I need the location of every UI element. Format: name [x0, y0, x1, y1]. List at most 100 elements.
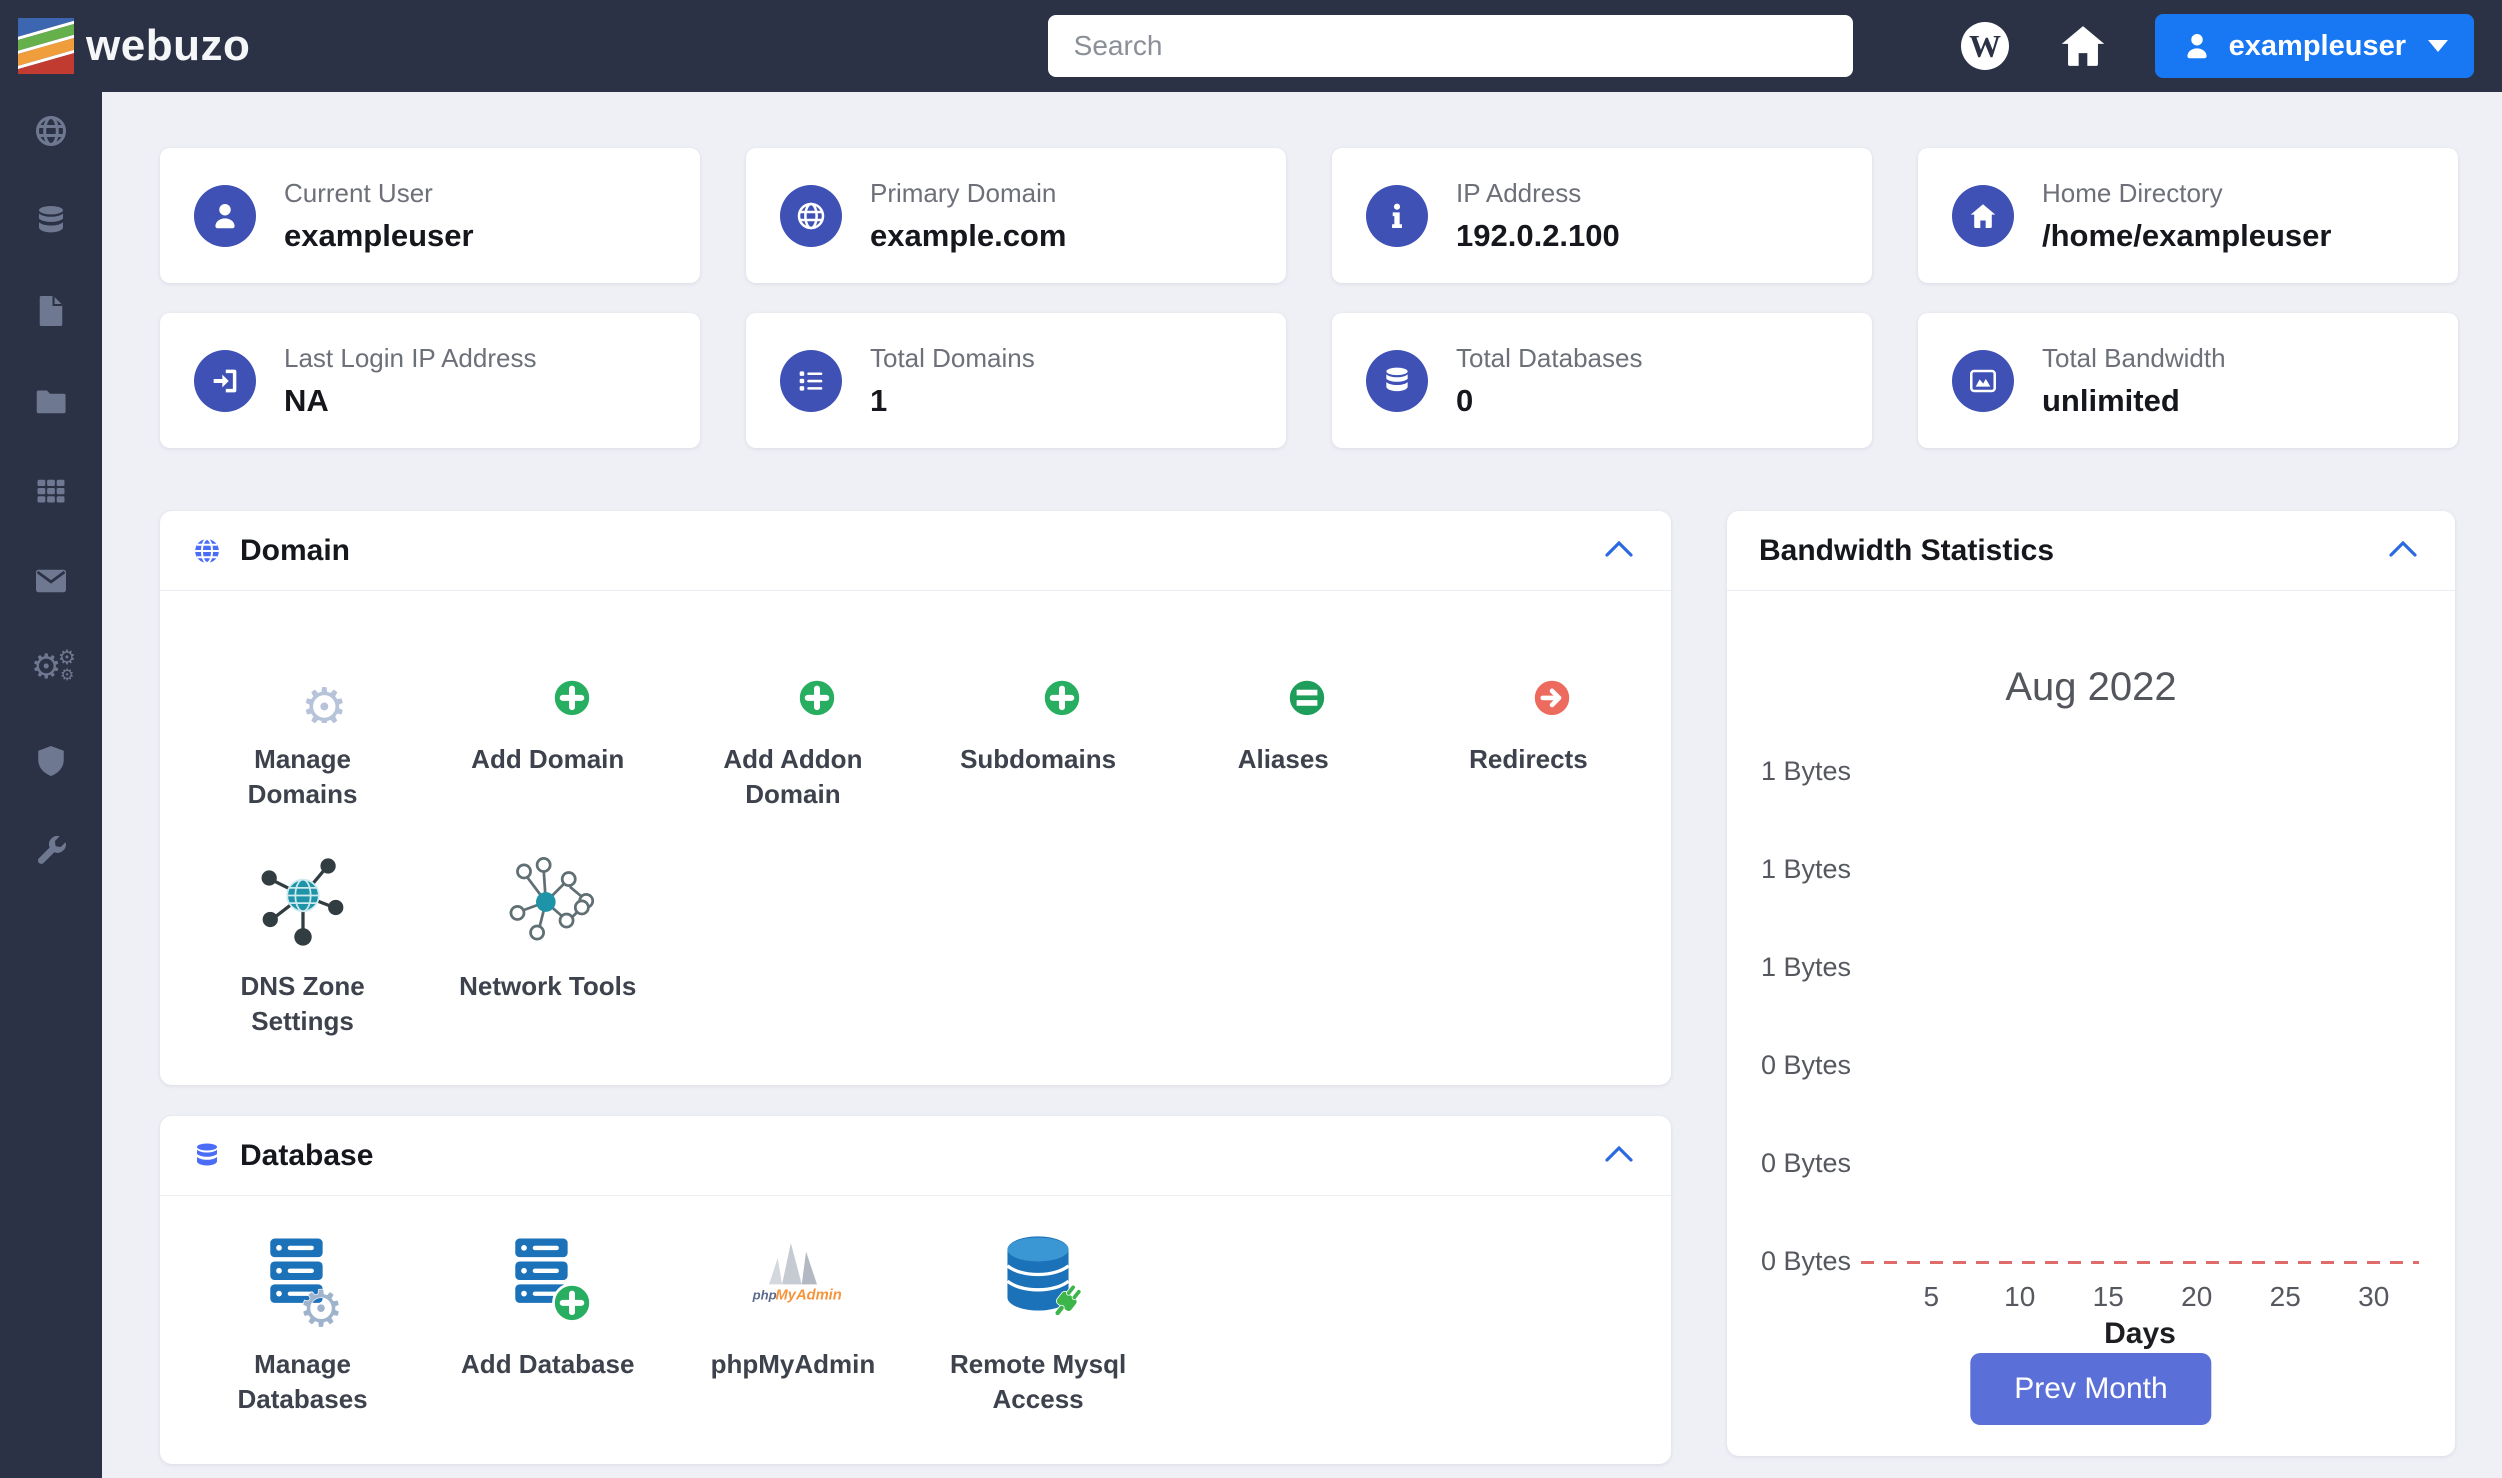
tile-manage-databases[interactable]: ⚙ Manage Databases — [180, 1232, 425, 1417]
stat-label: IP Address — [1456, 177, 1582, 208]
brand-name: webuzo — [86, 21, 251, 70]
stat-value: 1 — [870, 382, 888, 418]
folder-icon — [36, 390, 66, 414]
x-tick: 20 — [2181, 1281, 2213, 1312]
topbar: webuzo W exampleuser — [0, 0, 2502, 92]
globe-icon — [36, 116, 66, 146]
stat-value: NA — [284, 382, 329, 418]
globe-plus-icon — [500, 627, 596, 723]
chevron-down-icon — [2428, 40, 2448, 52]
stat-card-total-databases: Total Databases 0 — [1332, 313, 1872, 448]
sidebar-item-email[interactable] — [31, 562, 71, 600]
tile-aliases[interactable]: Aliases — [1161, 627, 1406, 812]
stat-card-ip-address: IP Address 192.0.2.100 — [1332, 148, 1872, 283]
panel-title: Database — [240, 1138, 374, 1172]
x-axis-ticks: 5 10 15 20 25 30 — [1887, 1281, 2418, 1313]
sidebar-item-tools[interactable] — [31, 832, 71, 870]
user-icon — [2187, 34, 2207, 59]
globe-arrow-icon — [1480, 627, 1576, 723]
collapse-bandwidth-button[interactable] — [2383, 534, 2423, 567]
globe-icon — [195, 537, 219, 564]
svg-text:⚙: ⚙ — [300, 677, 347, 723]
sidebar-item-domains[interactable] — [31, 112, 71, 150]
home-icon[interactable] — [2057, 20, 2109, 72]
tile-phpmyadmin[interactable]: php MyAdmin phpMyAdmin — [670, 1232, 915, 1417]
stat-label: Total Domains — [870, 342, 1035, 373]
tile-add-addon-domain[interactable]: Add Addon Domain — [670, 627, 915, 812]
sidebar-item-databases[interactable] — [31, 202, 71, 240]
globe-icon — [780, 184, 842, 247]
search-input[interactable] — [1047, 15, 1853, 77]
bandwidth-chart: Aug 2022 1 Bytes 1 Bytes 1 Bytes 0 Bytes… — [1727, 591, 2455, 1456]
tile-label: Manage Databases — [237, 1349, 368, 1415]
tile-remote-mysql-access[interactable]: Remote Mysql Access — [916, 1232, 1161, 1417]
domain-panel: Domain ⚙ Manage Domains Add Domain Add A… — [160, 511, 1671, 1086]
globe-gear-icon: ⚙ — [255, 627, 348, 739]
tile-label: Aliases — [1237, 744, 1329, 774]
server-gear-icon: ⚙ — [255, 1232, 344, 1339]
database-tiles: ⚙ Manage Databases Add Database php MyAd… — [160, 1196, 1671, 1463]
x-tick: 15 — [2092, 1281, 2124, 1312]
user-menu-label: exampleuser — [2228, 29, 2406, 62]
network-nodes-icon — [509, 857, 594, 941]
stat-card-last-login-ip: Last Login IP Address NA — [160, 313, 700, 448]
svg-text:W: W — [1969, 28, 2001, 64]
sidebar-item-settings[interactable]: ⚙ ⚙ ⚙ — [31, 647, 76, 690]
y-axis-label: 0 Bytes — [1760, 1050, 1851, 1080]
stat-label: Home Directory — [2042, 177, 2223, 208]
x-tick: 25 — [2269, 1281, 2301, 1312]
tile-add-domain[interactable]: Add Domain — [425, 627, 670, 812]
sidebar-item-security[interactable] — [31, 742, 71, 780]
wordpress-icon[interactable]: W — [1959, 20, 2011, 72]
stat-label: Current User — [284, 177, 433, 208]
sidebar-item-directories[interactable] — [31, 382, 71, 420]
chevron-up-icon — [2389, 540, 2417, 557]
tile-label: Add Database — [461, 1349, 635, 1380]
y-axis-label: 1 Bytes — [1760, 854, 1851, 884]
x-axis-title: Days — [2104, 1317, 2176, 1350]
sidebar: ⚙ ⚙ ⚙ — [0, 92, 102, 1478]
tile-network-tools[interactable]: Network Tools — [425, 854, 670, 1039]
user-menu-button[interactable]: exampleuser — [2154, 14, 2474, 78]
stat-value: 0 — [1456, 382, 1474, 418]
stats-cards: Current User exampleuser Primary Domain … — [160, 148, 2458, 448]
y-axis-label: 1 Bytes — [1760, 952, 1851, 982]
tile-label: Manage Domains — [247, 744, 358, 810]
database-panel: Database ⚙ Manage Databases Add Database… — [160, 1116, 1671, 1464]
panel-title: Domain — [240, 533, 351, 567]
list-icon — [780, 349, 842, 412]
collapse-database-button[interactable] — [1599, 1139, 1639, 1172]
tile-label: Add Domain — [471, 744, 625, 774]
prev-month-button[interactable]: Prev Month — [1970, 1353, 2212, 1425]
shield-icon — [38, 746, 64, 776]
chart-title: Aug 2022 — [2005, 665, 2177, 709]
sign-in-icon — [194, 349, 256, 412]
tile-subdomains[interactable]: Subdomains — [916, 627, 1161, 812]
database-icon — [197, 1143, 217, 1166]
main-content: Current User exampleuser Primary Domain … — [102, 0, 2502, 1478]
tile-redirects[interactable]: Redirects — [1406, 627, 1651, 812]
stat-value: unlimited — [2042, 382, 2180, 418]
svg-text:php: php — [752, 1288, 777, 1303]
collapse-domain-button[interactable] — [1599, 534, 1639, 567]
sidebar-item-files[interactable] — [31, 292, 71, 330]
info-icon — [1366, 184, 1428, 247]
x-tick: 10 — [2004, 1281, 2036, 1312]
tile-add-database[interactable]: Add Database — [425, 1232, 670, 1417]
stat-label: Primary Domain — [870, 177, 1057, 208]
mail-envelope-icon — [36, 569, 66, 593]
sidebar-item-apps[interactable] — [31, 472, 71, 510]
stat-label: Total Databases — [1456, 342, 1643, 373]
stat-value: example.com — [870, 217, 1067, 253]
stat-value: exampleuser — [284, 217, 474, 253]
svg-text:MyAdmin: MyAdmin — [775, 1288, 840, 1304]
bandwidth-panel-header: Bandwidth Statistics — [1727, 511, 2455, 591]
x-tick: 5 — [1923, 1281, 1940, 1312]
y-axis-label: 0 Bytes — [1760, 1148, 1851, 1178]
tile-label: Add Addon Domain — [723, 744, 863, 810]
svg-text:⚙: ⚙ — [298, 1279, 343, 1328]
tile-manage-domains[interactable]: ⚙ Manage Domains — [180, 627, 425, 812]
webuzo-logo[interactable]: webuzo — [18, 18, 250, 74]
stat-value: 192.0.2.100 — [1456, 217, 1620, 253]
tile-dns-zone-settings[interactable]: DNS Zone Settings — [180, 854, 425, 1039]
